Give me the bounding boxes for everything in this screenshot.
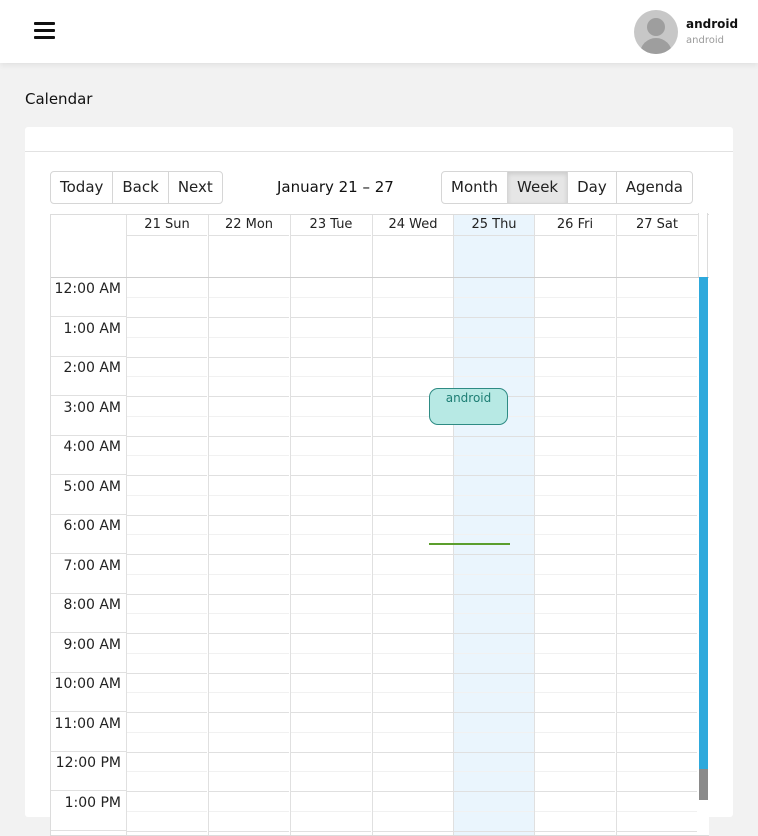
- time-label: 11:00 AM: [51, 713, 126, 752]
- current-time-indicator: [429, 543, 510, 545]
- date-range-label: January 21 – 27: [277, 178, 394, 196]
- header-scroll-gutter: [698, 213, 708, 277]
- week-calendar-grid: 21 Sun 22 Mon 23 Tue 24 Wed 25 Thu 26 Fr…: [50, 214, 709, 836]
- day-header-mon[interactable]: 22 Mon: [208, 215, 289, 277]
- time-label: 4:00 AM: [51, 436, 126, 475]
- top-app-bar: android android: [0, 0, 758, 63]
- time-label: 8:00 AM: [51, 594, 126, 633]
- day-header-fri[interactable]: 26 Fri: [534, 215, 615, 277]
- vertical-scrollbar-track[interactable]: [699, 277, 708, 800]
- user-name: android: [686, 17, 739, 31]
- nav-button-group: Today Back Next: [50, 171, 223, 204]
- time-label: 1:00 AM: [51, 318, 126, 357]
- time-label: 12:00 AM: [51, 278, 126, 317]
- time-label: 5:00 AM: [51, 476, 126, 515]
- time-label: 6:00 AM: [51, 515, 126, 554]
- calendar-event[interactable]: android: [429, 388, 508, 425]
- time-label: 12:00 PM: [51, 752, 126, 791]
- hamburger-menu-icon[interactable]: [34, 21, 56, 41]
- day-column-fri[interactable]: [534, 278, 615, 835]
- day-column-wed[interactable]: [372, 278, 453, 835]
- vertical-scrollbar-thumb[interactable]: [699, 769, 708, 800]
- user-subtitle: android: [686, 35, 724, 46]
- day-column-sat[interactable]: [616, 278, 697, 835]
- agenda-view-button[interactable]: Agenda: [617, 172, 692, 203]
- day-column-mon[interactable]: [208, 278, 289, 835]
- card-divider: [25, 151, 733, 152]
- day-header-sat[interactable]: 27 Sat: [616, 215, 697, 277]
- day-view-button[interactable]: Day: [568, 172, 617, 203]
- time-label: 3:00 AM: [51, 397, 126, 436]
- day-header-row: 21 Sun 22 Mon 23 Tue 24 Wed 25 Thu 26 Fr…: [51, 215, 709, 278]
- day-header-tue[interactable]: 23 Tue: [290, 215, 371, 277]
- day-header-thu[interactable]: 25 Thu: [453, 215, 534, 277]
- month-view-button[interactable]: Month: [442, 172, 509, 203]
- time-label: 9:00 AM: [51, 634, 126, 673]
- event-title: android: [445, 391, 492, 405]
- day-header-sun[interactable]: 21 Sun: [126, 215, 207, 277]
- time-label: 1:00 PM: [51, 792, 126, 831]
- today-button[interactable]: Today: [51, 172, 114, 203]
- week-view-button[interactable]: Week: [508, 172, 569, 203]
- time-label: 10:00 AM: [51, 673, 126, 712]
- time-label: 2:00 AM: [51, 357, 126, 396]
- day-column-tue[interactable]: [290, 278, 371, 835]
- page-title: Calendar: [25, 90, 93, 108]
- calendar-card: Today Back Next January 21 – 27 Month We…: [25, 127, 733, 836]
- user-avatar[interactable]: [634, 10, 678, 54]
- next-button[interactable]: Next: [169, 172, 222, 203]
- day-column-thu[interactable]: [453, 278, 534, 835]
- back-button[interactable]: Back: [113, 172, 169, 203]
- view-button-group: Month Week Day Agenda: [441, 171, 693, 204]
- day-header-wed[interactable]: 24 Wed: [372, 215, 453, 277]
- day-column-sun[interactable]: [126, 278, 207, 835]
- time-label: 7:00 AM: [51, 555, 126, 594]
